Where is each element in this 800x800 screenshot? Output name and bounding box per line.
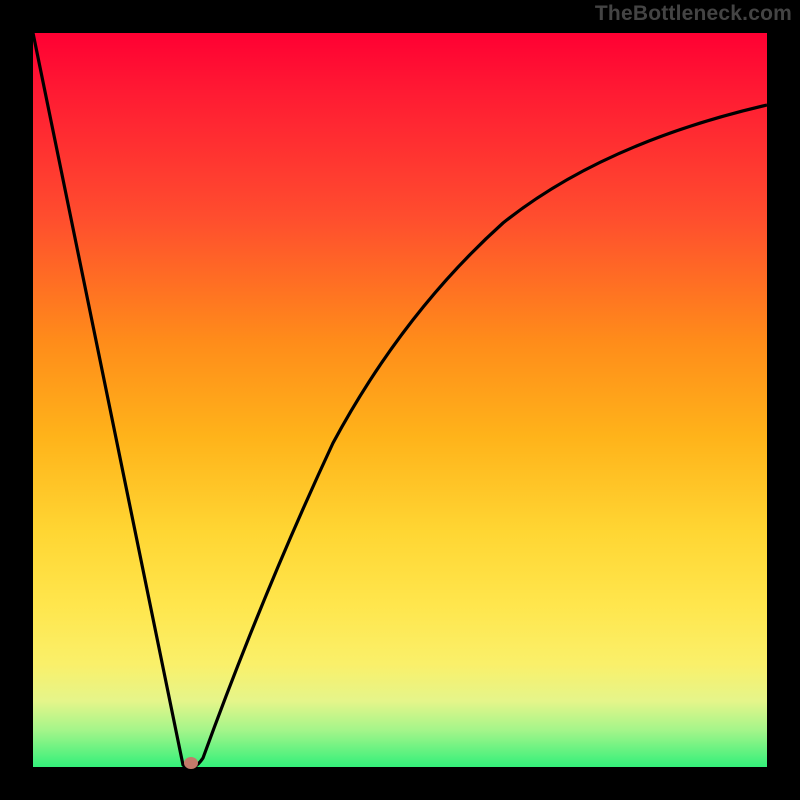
curve-path bbox=[33, 33, 767, 767]
attribution-label: TheBottleneck.com bbox=[595, 2, 792, 26]
plot-area bbox=[33, 33, 767, 767]
chart-container: TheBottleneck.com bbox=[0, 0, 800, 800]
bottleneck-point-marker bbox=[184, 757, 198, 769]
bottleneck-curve bbox=[33, 33, 767, 767]
